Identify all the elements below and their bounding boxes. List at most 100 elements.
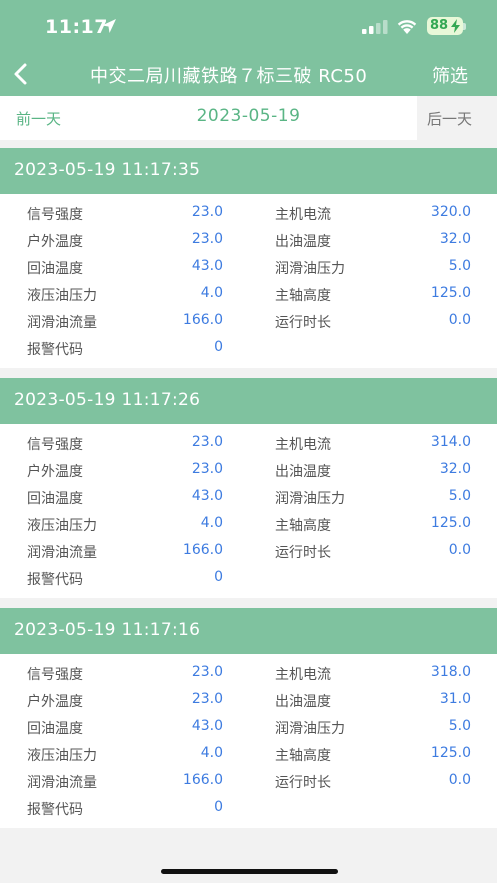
field-signal-strength: 信号强度 23.0: [27, 434, 223, 454]
field-spindle-height: 主轴高度 125.0: [275, 745, 471, 765]
field-lube-oil-flow: 润滑油流量 166.0: [27, 542, 223, 562]
record-timestamp: 2023-05-19 11:17:16: [14, 620, 201, 640]
field-value: 23.0: [191, 204, 223, 220]
field-value: 4.0: [200, 285, 223, 301]
battery-cap: [463, 23, 466, 30]
field-signal-strength: 信号强度 23.0: [27, 204, 223, 224]
field-outdoor-temperature: 户外温度 23.0: [27, 691, 223, 711]
field-value: 43.0: [191, 258, 223, 274]
filter-button[interactable]: 筛选: [432, 62, 468, 88]
field-label: 液压油压力: [27, 748, 97, 764]
field-label: 出油温度: [275, 464, 331, 480]
field-label: 报警代码: [27, 802, 83, 818]
field-value: 4.0: [200, 745, 223, 761]
field-label: 信号强度: [27, 207, 83, 223]
field-value: 23.0: [191, 691, 223, 707]
field-label: 液压油压力: [27, 288, 97, 304]
field-alarm-code: 报警代码 0: [27, 339, 223, 359]
app-header: 11:17 88 中交二局川藏铁路７标三破 RC50 筛选: [0, 0, 497, 96]
field-label: 润滑油流量: [27, 775, 97, 791]
record-header: 2023-05-19 11:17:35: [0, 148, 497, 194]
cellular-signal-icon: [362, 20, 388, 34]
next-day-button[interactable]: 后一天: [417, 96, 497, 140]
field-hydraulic-oil-pressure: 液压油压力 4.0: [27, 285, 223, 305]
field-label: 回油温度: [27, 491, 83, 507]
field-lube-oil-flow: 润滑油流量 166.0: [27, 312, 223, 332]
date-navigator: 前一天 2023-05-19 后一天: [0, 96, 497, 140]
field-value: 43.0: [191, 718, 223, 734]
field-run-duration: 运行时长 0.0: [275, 772, 471, 792]
field-main-motor-current: 主机电流 318.0: [275, 664, 471, 684]
record-card: 2023-05-19 11:17:35 信号强度 23.0 户外温度 23.0 …: [0, 148, 497, 368]
field-label: 主轴高度: [275, 748, 331, 764]
field-value: 5.0: [448, 488, 471, 504]
record-card: 2023-05-19 11:17:16 信号强度 23.0 户外温度 23.0 …: [0, 608, 497, 828]
location-arrow-icon: [102, 19, 116, 33]
status-time: 11:17: [45, 16, 108, 38]
field-label: 主机电流: [275, 667, 331, 683]
field-alarm-code: 报警代码 0: [27, 569, 223, 589]
field-label: 回油温度: [27, 721, 83, 737]
field-value: 125.0: [430, 515, 471, 531]
field-lube-oil-pressure: 润滑油压力 5.0: [275, 258, 471, 278]
field-outdoor-temperature: 户外温度 23.0: [27, 231, 223, 251]
record-timestamp: 2023-05-19 11:17:26: [14, 390, 201, 410]
field-hydraulic-oil-pressure: 液压油压力 4.0: [27, 745, 223, 765]
field-signal-strength: 信号强度 23.0: [27, 664, 223, 684]
field-value: 5.0: [448, 258, 471, 274]
field-outdoor-temperature: 户外温度 23.0: [27, 461, 223, 481]
battery-level: 88: [430, 18, 449, 33]
field-label: 润滑油压力: [275, 261, 345, 277]
app-screen: 11:17 88 中交二局川藏铁路７标三破 RC50 筛选 前一天 2023-0…: [0, 0, 497, 883]
field-spindle-height: 主轴高度 125.0: [275, 515, 471, 535]
field-value: 23.0: [191, 461, 223, 477]
field-label: 润滑油流量: [27, 315, 97, 331]
field-value: 23.0: [191, 231, 223, 247]
field-label: 液压油压力: [27, 518, 97, 534]
home-indicator[interactable]: [161, 869, 338, 874]
field-label: 出油温度: [275, 694, 331, 710]
back-chevron-icon[interactable]: [8, 60, 34, 88]
record-header: 2023-05-19 11:17:26: [0, 378, 497, 424]
field-label: 主轴高度: [275, 518, 331, 534]
field-hydraulic-oil-pressure: 液压油压力 4.0: [27, 515, 223, 535]
field-spindle-height: 主轴高度 125.0: [275, 285, 471, 305]
field-label: 出油温度: [275, 234, 331, 250]
record-card: 2023-05-19 11:17:26 信号强度 23.0 户外温度 23.0 …: [0, 378, 497, 598]
field-value: 0: [214, 799, 223, 815]
field-value: 125.0: [430, 285, 471, 301]
field-run-duration: 运行时长 0.0: [275, 312, 471, 332]
field-value: 320.0: [430, 204, 471, 220]
field-lube-oil-pressure: 润滑油压力 5.0: [275, 718, 471, 738]
charging-bolt-icon: [451, 19, 460, 33]
field-value: 166.0: [182, 772, 223, 788]
field-return-oil-temperature: 回油温度 43.0: [27, 488, 223, 508]
page-title: 中交二局川藏铁路７标三破 RC50: [90, 66, 368, 87]
field-label: 润滑油流量: [27, 545, 97, 561]
field-value: 31.0: [439, 691, 471, 707]
field-value: 5.0: [448, 718, 471, 734]
field-value: 23.0: [191, 664, 223, 680]
field-value: 32.0: [439, 461, 471, 477]
field-return-oil-temperature: 回油温度 43.0: [27, 258, 223, 278]
field-value: 0.0: [448, 312, 471, 328]
field-label: 报警代码: [27, 572, 83, 588]
field-value: 0: [214, 339, 223, 355]
record-timestamp: 2023-05-19 11:17:35: [14, 160, 201, 180]
field-return-oil-temperature: 回油温度 43.0: [27, 718, 223, 738]
field-value: 125.0: [430, 745, 471, 761]
field-value: 318.0: [430, 664, 471, 680]
field-label: 报警代码: [27, 342, 83, 358]
field-outlet-oil-temperature: 出油温度 32.0: [275, 231, 471, 251]
field-label: 回油温度: [27, 261, 83, 277]
wifi-icon: [397, 20, 417, 34]
field-label: 主机电流: [275, 207, 331, 223]
field-label: 信号强度: [27, 437, 83, 453]
field-value: 43.0: [191, 488, 223, 504]
field-lube-oil-pressure: 润滑油压力 5.0: [275, 488, 471, 508]
field-label: 运行时长: [275, 545, 331, 561]
field-value: 0.0: [448, 772, 471, 788]
status-bar: 11:17 88: [0, 0, 497, 52]
field-label: 主机电流: [275, 437, 331, 453]
field-label: 润滑油压力: [275, 721, 345, 737]
